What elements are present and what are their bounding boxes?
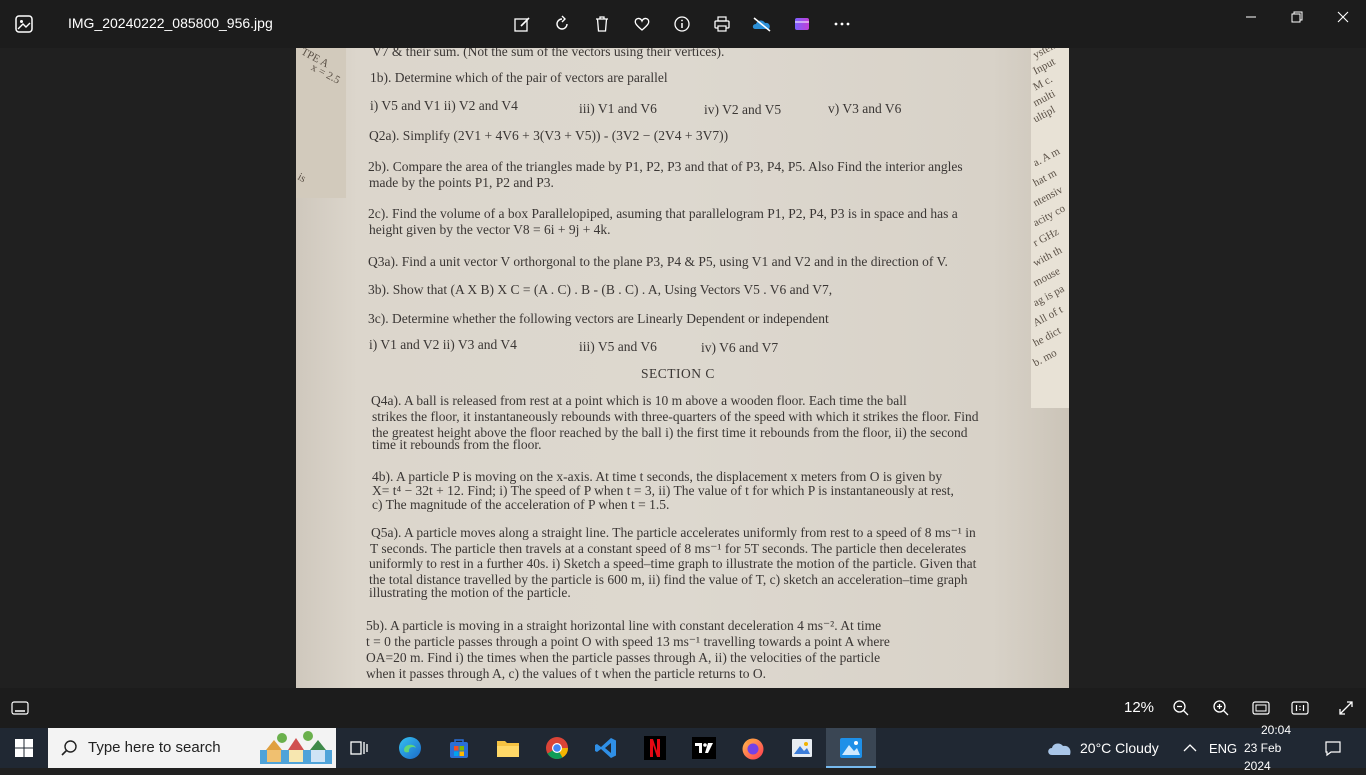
paper-line: Q2a). Simplify (2V1 + 4V6 + 3(V3 + V5)) … [369, 128, 729, 143]
notifications-icon[interactable] [1324, 728, 1342, 768]
tradingview-icon[interactable] [688, 732, 720, 764]
paper-line: 2c). Find the volume of a box Parallelop… [368, 206, 958, 221]
show-hidden-icons-icon[interactable] [1183, 728, 1197, 768]
paper-line: V7 & their sum. (Not the sum of the vect… [372, 48, 725, 59]
cloudy-icon [1048, 743, 1071, 755]
paper-line: iii) V5 and V6 [579, 339, 657, 354]
paper-line: T seconds. The particle then travels at … [370, 541, 967, 556]
onedrive-icon[interactable] [750, 12, 774, 36]
paper-line: 3b). Show that (A X B) X C = (A . C) . B… [368, 282, 833, 297]
full-screen-icon[interactable] [1336, 698, 1356, 718]
zoom-in-icon[interactable] [1211, 698, 1231, 718]
file-explorer-icon[interactable] [492, 732, 524, 764]
paper-line: when it passes through A, c) the values … [366, 666, 767, 681]
print-icon[interactable] [710, 12, 734, 36]
windows-start-icon[interactable] [0, 728, 48, 768]
paper-line: 5b). A particle is moving in a straight … [366, 618, 882, 633]
edit-image-icon[interactable] [510, 12, 534, 36]
weather-widget[interactable]: 20°C Cloudy [1046, 728, 1159, 768]
search-highlight-image [260, 731, 332, 764]
paper-line: time it rebounds from the floor. [372, 437, 542, 452]
delete-icon[interactable] [590, 12, 614, 36]
minimize-icon[interactable] [1228, 6, 1274, 28]
filmstrip-icon[interactable] [10, 698, 30, 718]
paper-line: iv) V2 and V5 [704, 102, 782, 117]
clock[interactable]: 20:04 23 Feb 2024 [1244, 723, 1308, 773]
info-icon[interactable] [670, 12, 694, 36]
taskbar-search-box[interactable]: Type here to search [48, 728, 336, 768]
viewer-bottom-bar: 12% [0, 688, 1366, 728]
task-view-icon[interactable] [343, 732, 375, 764]
paper-line: OA=20 m. Find i) the times when the part… [366, 650, 881, 665]
taskbar: Type here to search 20°C Cloudy ENG 20:0… [0, 723, 1366, 773]
paper-line: strikes the floor, it instantaneously re… [372, 409, 979, 424]
vscode-icon[interactable] [590, 732, 622, 764]
clock-date: 23 Feb 2024 [1244, 741, 1282, 773]
search-placeholder: Type here to search [88, 739, 221, 756]
zoom-level: 12% [1124, 699, 1155, 716]
fit-to-window-icon[interactable] [1251, 698, 1271, 718]
paper-line: iv) V6 and V7 [701, 340, 779, 355]
photo: V7 & their sum. (Not the sum of the vect… [296, 48, 1069, 688]
more-icon[interactable] [830, 12, 854, 36]
firefox-icon[interactable] [737, 732, 769, 764]
title-bar: IMG_20240222_085800_956.jpg [0, 0, 1366, 48]
paper-line: made by the points P1, P2 and P3. [369, 175, 554, 190]
paper-line: 3c). Determine whether the following vec… [368, 311, 829, 326]
paper-line: height given by the vector V8 = 6i + 9j … [369, 222, 611, 237]
microsoft-store-icon[interactable] [443, 732, 475, 764]
window-title: IMG_20240222_085800_956.jpg [68, 15, 273, 31]
paper-line: illustrating the motion of the particle. [369, 585, 571, 600]
photos-app-active-icon[interactable] [835, 732, 867, 764]
clipchamp-icon[interactable] [790, 12, 814, 36]
paper-line: SECTION C [641, 366, 715, 381]
chrome-icon[interactable] [541, 732, 573, 764]
netflix-icon[interactable] [639, 732, 671, 764]
favorite-icon[interactable] [630, 12, 654, 36]
search-icon [61, 740, 77, 756]
weather-text: 20°C Cloudy [1080, 740, 1159, 756]
restore-icon[interactable] [1274, 6, 1320, 28]
zoom-out-icon[interactable] [1171, 698, 1191, 718]
language-indicator[interactable]: ENG [1209, 728, 1237, 768]
paper-line: uniformly to rest in a further 40s. i) S… [369, 556, 977, 571]
close-icon[interactable] [1320, 6, 1366, 28]
paper-line: i) V5 and V1 ii) V2 and V4 [370, 98, 518, 113]
paper-line: Q5a). A particle moves along a straight … [371, 525, 976, 540]
paper-line: Q3a). Find a unit vector V orthorgonal t… [368, 254, 948, 269]
clock-time: 20:04 [1260, 723, 1292, 737]
paper-line: c) The magnitude of the acceleration of … [372, 497, 670, 512]
image-viewer[interactable]: V7 & their sum. (Not the sum of the vect… [0, 48, 1366, 688]
paper-line: iii) V1 and V6 [579, 101, 657, 116]
paper-line: 2b). Compare the area of the triangles m… [368, 159, 963, 174]
paper-line: Q4a). A ball is released from rest at a … [371, 393, 907, 408]
rotate-icon[interactable] [550, 12, 574, 36]
paper-line: t = 0 the particle passes through a poin… [366, 634, 890, 649]
exam-paper-text: V7 & their sum. (Not the sum of the vect… [296, 48, 1069, 688]
paper-line: 1b). Determine which of the pair of vect… [370, 70, 668, 85]
actual-size-icon[interactable] [1290, 698, 1310, 718]
paper-line: v) V3 and V6 [828, 101, 902, 116]
photos-taskbar-icon[interactable] [786, 732, 818, 764]
paper-line: i) V1 and V2 ii) V3 and V4 [369, 337, 517, 352]
photos-app-icon [14, 14, 34, 34]
edge-icon[interactable] [394, 732, 426, 764]
